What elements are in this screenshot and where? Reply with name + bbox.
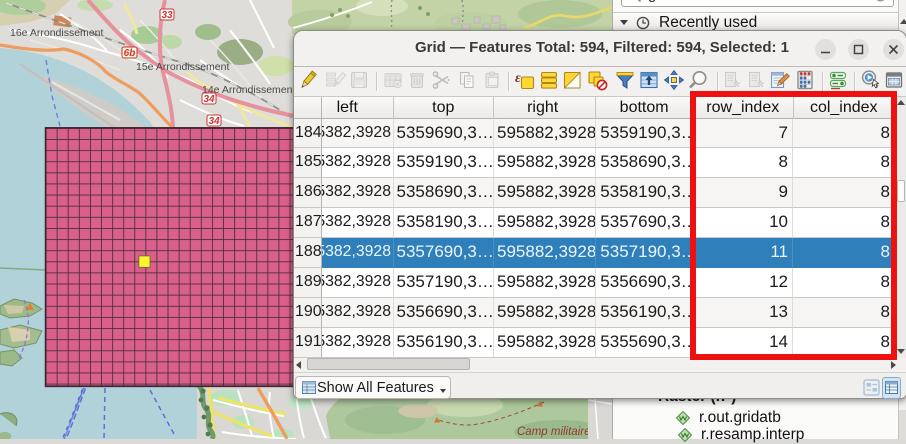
svg-text:14e Arrondissement: 14e Arrondissement [202, 84, 295, 96]
svg-text:ε: ε [515, 71, 521, 86]
svg-text:Camp militaire: Camp militaire [517, 426, 591, 438]
svg-text:34: 34 [208, 116, 220, 127]
svg-text:6b: 6b [124, 48, 136, 59]
svg-text:15e Arrondissement: 15e Arrondissement [136, 61, 229, 73]
svg-text:16e Arrondissement: 16e Arrondissement [10, 27, 103, 39]
svg-text:33: 33 [161, 10, 173, 21]
